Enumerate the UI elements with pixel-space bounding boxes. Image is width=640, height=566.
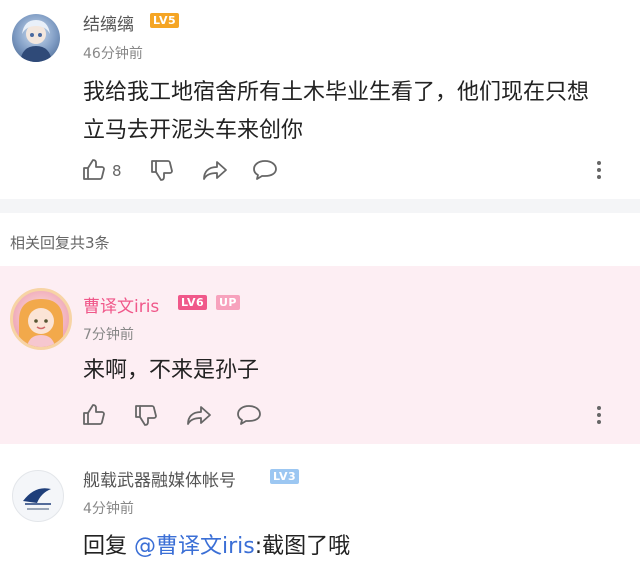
reply-body: :截图了哦: [254, 534, 351, 559]
mention-link[interactable]: @曹译文iris: [134, 534, 255, 559]
reply-prefix: 回复: [83, 534, 128, 559]
commenter-avatar[interactable]: [12, 14, 60, 62]
reply-text: 回复 @曹译文iris:截图了哦: [83, 528, 350, 566]
comment-time: 46分钟前: [83, 46, 143, 62]
share-icon[interactable]: [202, 158, 228, 182]
comment-text-line2: 立马去开泥头车来创你: [83, 118, 304, 143]
reply-text: 来啊，不来是孙子: [83, 358, 260, 383]
like-count: 8: [112, 162, 122, 180]
reply-username[interactable]: 曹译文iris: [83, 292, 159, 317]
more-icon[interactable]: [596, 160, 602, 180]
reply-icon[interactable]: [236, 403, 262, 427]
comment-text-line1: 我给我工地宿舍所有土木毕业生看了，他们现在只想: [83, 80, 590, 105]
reply-avatar[interactable]: [12, 470, 64, 522]
reply-avatar[interactable]: [10, 288, 72, 350]
more-icon[interactable]: [596, 405, 602, 425]
dislike-icon[interactable]: [134, 403, 158, 427]
share-icon[interactable]: [186, 403, 212, 427]
reply-username[interactable]: 舰载武器融媒体帐号: [83, 466, 236, 491]
reply-time: 7分钟前: [83, 327, 134, 343]
up-badge: UP: [216, 295, 240, 310]
commenter-username[interactable]: 结缡缡: [83, 10, 134, 35]
level-badge: LV6: [178, 295, 208, 310]
like-icon[interactable]: [82, 403, 106, 427]
level-badge: LV5: [150, 13, 180, 28]
dislike-icon[interactable]: [150, 158, 174, 182]
section-divider: [0, 199, 640, 213]
replies-count-header: 相关回复共3条: [10, 234, 110, 252]
reply-time: 4分钟前: [83, 501, 134, 517]
level-badge: LV3: [270, 469, 300, 484]
like-icon[interactable]: [82, 158, 106, 182]
reply-icon[interactable]: [252, 158, 278, 182]
